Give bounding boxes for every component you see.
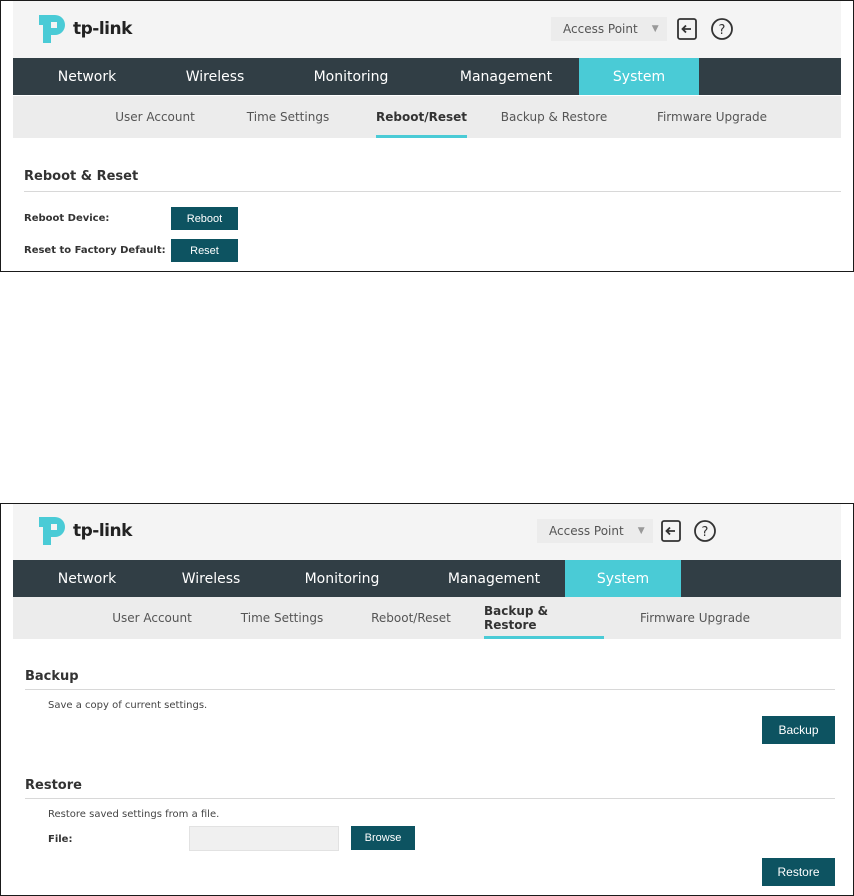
mode-select[interactable]: Access Point ▼ [551, 17, 667, 41]
tab-wireless[interactable]: Wireless [161, 560, 261, 597]
subtab-backup-restore[interactable]: Backup & Restore [496, 96, 612, 138]
subtab-time-settings[interactable]: Time Settings [239, 96, 337, 138]
subtab-reboot-reset[interactable]: Reboot/Reset [376, 96, 467, 138]
reset-button[interactable]: Reset [171, 239, 238, 262]
backup-button[interactable]: Backup [762, 716, 835, 744]
chevron-down-icon: ▼ [651, 24, 659, 34]
top-nav: Network Wireless Monitoring Management S… [13, 560, 841, 597]
file-label: File: [48, 834, 73, 845]
subtab-firmware-upgrade[interactable]: Firmware Upgrade [649, 96, 775, 138]
file-path-input[interactable] [189, 826, 339, 851]
app-header: tp-link Access Point ▼ ? [13, 504, 841, 560]
divider [25, 689, 835, 690]
mode-select-value: Access Point [549, 524, 624, 538]
top-nav: Network Wireless Monitoring Management S… [13, 58, 841, 95]
tp-link-logo: tp-link [33, 11, 132, 47]
tab-monitoring[interactable]: Monitoring [269, 58, 433, 95]
reset-factory-label: Reset to Factory Default: [24, 245, 166, 256]
divider [25, 798, 835, 799]
chevron-down-icon: ▼ [637, 526, 645, 536]
tab-system[interactable]: System [565, 560, 681, 597]
browse-button[interactable]: Browse [351, 826, 415, 850]
app-header: tp-link Access Point ▼ ? [13, 1, 841, 58]
sub-nav: User Account Time Settings Reboot/Reset … [13, 96, 841, 138]
subtab-backup-restore[interactable]: Backup & Restore [484, 597, 604, 639]
brand-name: tp-link [73, 521, 132, 541]
subtab-user-account[interactable]: User Account [101, 96, 209, 138]
subtab-reboot-reset[interactable]: Reboot/Reset [363, 597, 459, 639]
tp-link-logo: tp-link [33, 513, 132, 549]
tab-management[interactable]: Management [433, 58, 579, 95]
section-title-backup: Backup [25, 669, 79, 684]
brand-name: tp-link [73, 19, 132, 39]
tab-network[interactable]: Network [13, 58, 161, 95]
sub-nav: User Account Time Settings Reboot/Reset … [13, 597, 841, 639]
tab-network[interactable]: Network [13, 560, 161, 597]
reboot-button[interactable]: Reboot [171, 207, 238, 230]
help-icon[interactable]: ? [709, 16, 735, 42]
backup-restore-panel: tp-link Access Point ▼ ? Network Wireles… [0, 503, 854, 896]
section-title-reboot-reset: Reboot & Reset [24, 169, 139, 184]
tp-link-logo-icon [39, 517, 65, 545]
divider [24, 191, 841, 192]
subtab-time-settings[interactable]: Time Settings [235, 597, 329, 639]
subtab-firmware-upgrade[interactable]: Firmware Upgrade [633, 597, 757, 639]
tab-management[interactable]: Management [423, 560, 565, 597]
tab-wireless[interactable]: Wireless [161, 58, 269, 95]
mode-select[interactable]: Access Point ▼ [537, 519, 653, 543]
backup-description: Save a copy of current settings. [48, 700, 208, 711]
tab-system[interactable]: System [579, 58, 699, 95]
section-title-restore: Restore [25, 778, 82, 793]
svg-text:?: ? [719, 23, 726, 38]
mode-select-value: Access Point [563, 22, 638, 36]
restore-button[interactable]: Restore [762, 858, 835, 886]
tab-monitoring[interactable]: Monitoring [261, 560, 423, 597]
logout-icon[interactable] [674, 16, 700, 42]
help-icon[interactable]: ? [692, 518, 718, 544]
reboot-reset-panel: tp-link Access Point ▼ ? Network Wireles… [0, 0, 854, 272]
tp-link-logo-icon [39, 15, 65, 43]
reboot-device-label: Reboot Device: [24, 213, 110, 224]
svg-text:?: ? [702, 525, 709, 540]
restore-description: Restore saved settings from a file. [48, 809, 220, 820]
logout-icon[interactable] [658, 518, 684, 544]
subtab-user-account[interactable]: User Account [101, 597, 203, 639]
